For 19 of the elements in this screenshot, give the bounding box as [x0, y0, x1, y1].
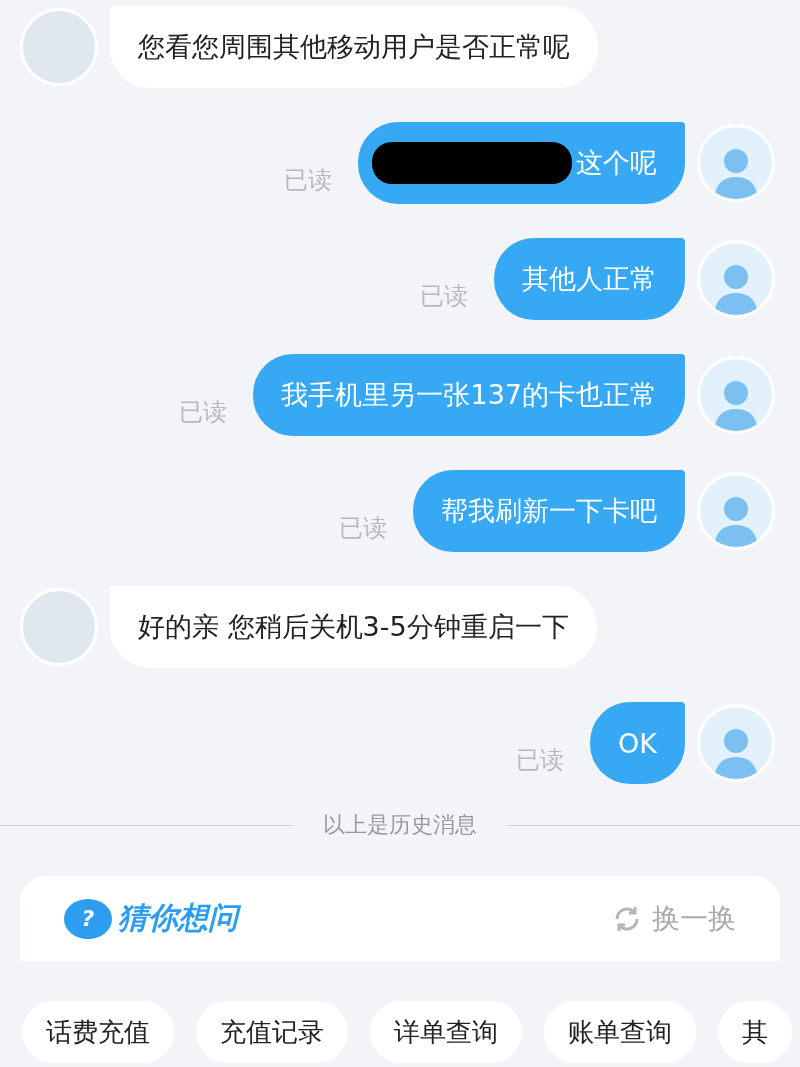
- quick-action-chip[interactable]: 充值记录: [196, 1001, 348, 1063]
- read-status: 已读: [339, 513, 387, 544]
- quick-action-chip[interactable]: 其: [718, 1001, 792, 1063]
- message-text: 您看您周围其他移动用户是否正常呢: [138, 30, 570, 64]
- quick-action-chip[interactable]: 账单查询: [544, 1001, 696, 1063]
- quick-action-chip[interactable]: 详单查询: [370, 1001, 522, 1063]
- message-text: OK: [618, 727, 657, 759]
- message-text: 我手机里另一张137的卡也正常: [281, 378, 657, 412]
- message-text: 其他人正常: [522, 262, 657, 296]
- message-text: 这个呢: [576, 146, 657, 180]
- message-text: 好的亲 您稍后关机3-5分钟重启一下: [138, 610, 569, 644]
- read-status: 已读: [420, 281, 468, 312]
- history-divider-text: 以上是历史消息: [323, 811, 477, 839]
- read-status: 已读: [179, 397, 228, 428]
- quick-action-chip[interactable]: 话费充值: [22, 1001, 174, 1063]
- question-bubble-icon: ?: [64, 898, 112, 939]
- message-text: 帮我刷新一下卡吧: [441, 494, 657, 528]
- read-status: 已读: [284, 165, 332, 196]
- read-status: 已读: [516, 745, 565, 776]
